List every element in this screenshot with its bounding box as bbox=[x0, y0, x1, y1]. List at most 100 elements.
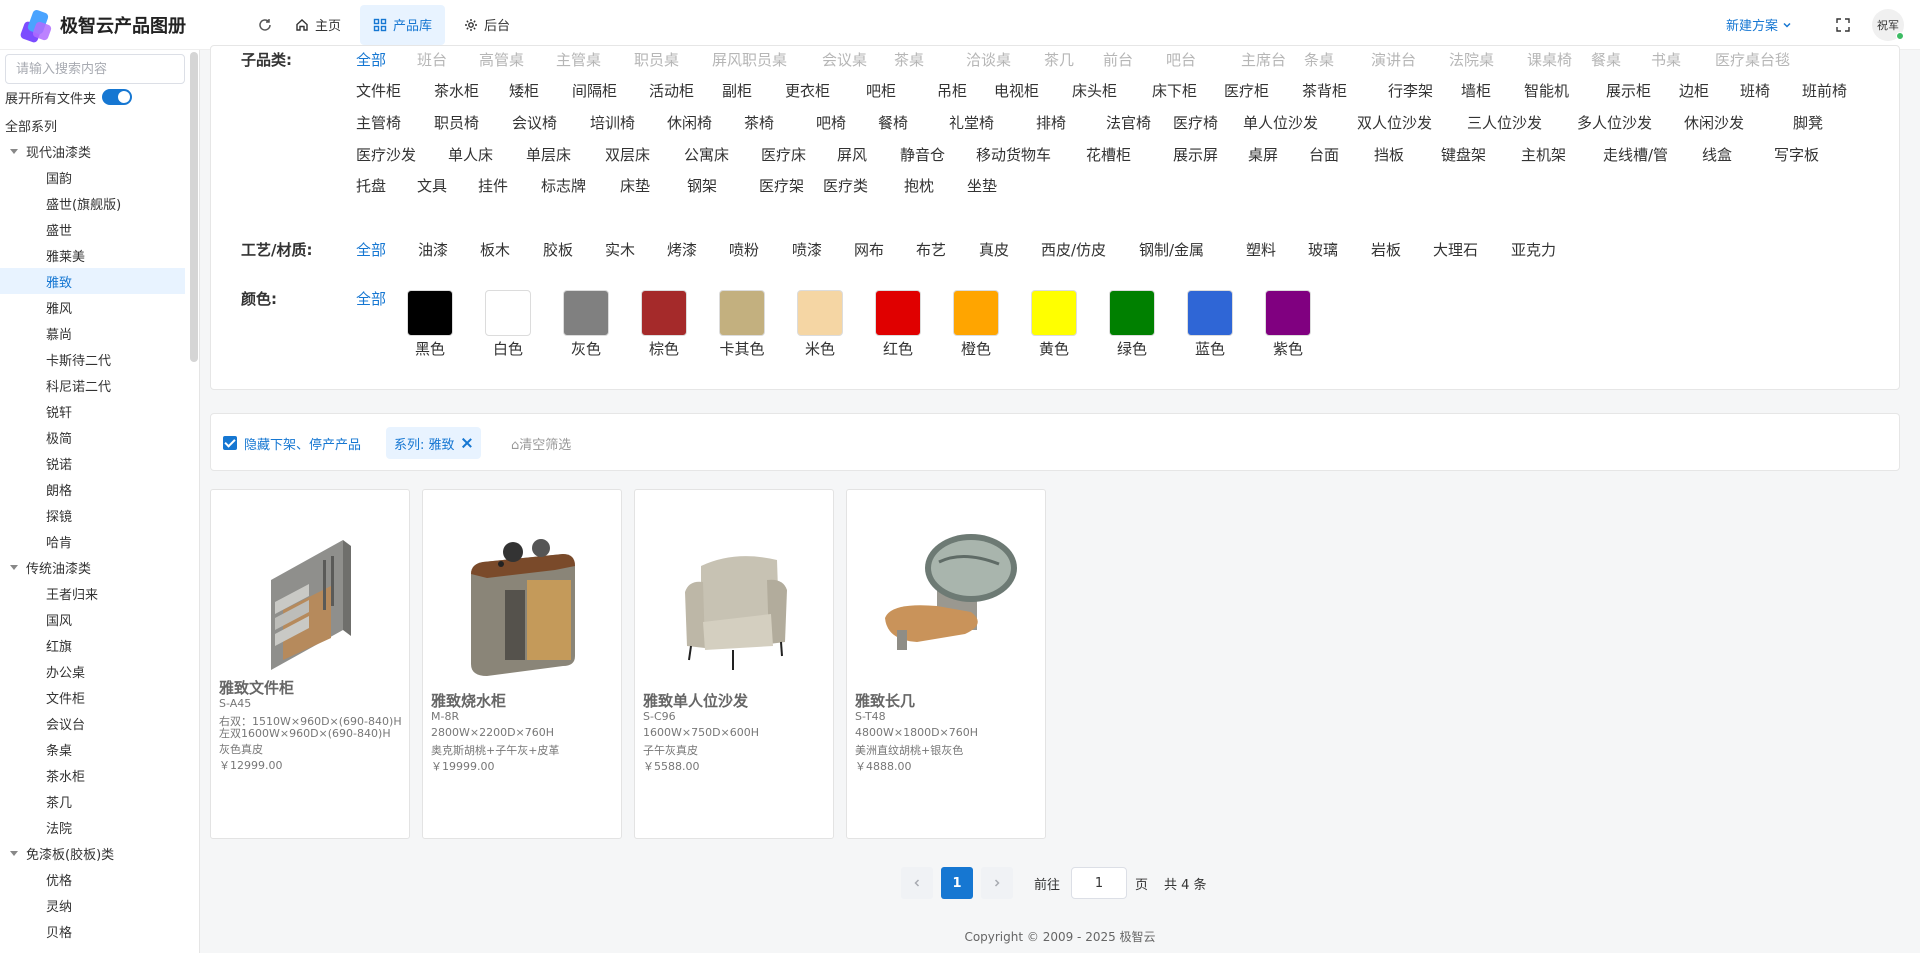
tree-item[interactable]: 文件柜 bbox=[0, 684, 185, 710]
material-option[interactable]: 全部 bbox=[356, 239, 386, 260]
tree-item[interactable]: 茶几 bbox=[0, 788, 185, 814]
goto-page-input[interactable] bbox=[1071, 867, 1127, 899]
subcategory-option[interactable]: 班前椅 bbox=[1802, 80, 1847, 101]
tree-item[interactable]: 国韵 bbox=[0, 164, 185, 190]
tree-item[interactable]: 极简 bbox=[0, 424, 185, 450]
tree-item[interactable]: 优格 bbox=[0, 866, 185, 892]
subcategory-option[interactable]: 脚凳 bbox=[1793, 112, 1823, 133]
subcategory-option[interactable]: 吧柜 bbox=[866, 80, 896, 101]
tree-root-all[interactable]: 全部系列 bbox=[0, 112, 185, 138]
subcategory-option[interactable]: 双人位沙发 bbox=[1357, 112, 1432, 133]
tree-item[interactable]: 盛世(旗舰版) bbox=[0, 190, 185, 216]
color-swatch-option[interactable]: 米色 bbox=[797, 290, 843, 359]
tree-group[interactable]: 免漆板(胶板)类 bbox=[0, 840, 185, 866]
subcategory-option[interactable]: 边柜 bbox=[1679, 80, 1709, 101]
tree-item[interactable]: 办公桌 bbox=[0, 658, 185, 684]
subcategory-option[interactable]: 医疗沙发 bbox=[356, 144, 416, 165]
subcategory-option[interactable]: 会议桌 bbox=[822, 49, 867, 70]
color-swatch-option[interactable]: 黑色 bbox=[407, 290, 453, 359]
page-number-button[interactable]: 1 bbox=[941, 867, 973, 899]
material-option[interactable]: 板木 bbox=[480, 239, 510, 260]
subcategory-option[interactable]: 文件柜 bbox=[356, 80, 401, 101]
material-option[interactable]: 真皮 bbox=[979, 239, 1009, 260]
subcategory-option[interactable]: 移动货物车 bbox=[976, 144, 1051, 165]
subcategory-option[interactable]: 键盘架 bbox=[1441, 144, 1486, 165]
subcategory-option[interactable]: 抱枕 bbox=[904, 175, 934, 196]
tree-item[interactable]: 探镜 bbox=[0, 502, 185, 528]
subcategory-option[interactable]: 挡板 bbox=[1374, 144, 1404, 165]
tree-item[interactable]: 法院 bbox=[0, 814, 185, 840]
nav-admin[interactable]: 后台 bbox=[451, 5, 523, 45]
tree-item[interactable]: 哈肯 bbox=[0, 528, 185, 554]
subcategory-option[interactable]: 法官椅 bbox=[1106, 112, 1151, 133]
nav-product-library[interactable]: 产品库 bbox=[360, 4, 446, 45]
product-card[interactable]: 雅致单人位沙发 S-C96 1600W×750D×600H 子午灰真皮 ￥558… bbox=[634, 489, 834, 839]
material-option[interactable]: 亚克力 bbox=[1511, 239, 1556, 260]
subcategory-option[interactable]: 坐垫 bbox=[967, 175, 997, 196]
material-option[interactable]: 油漆 bbox=[418, 239, 448, 260]
subcategory-option[interactable]: 医疗架 bbox=[759, 175, 804, 196]
subcategory-option[interactable]: 茶几 bbox=[1044, 49, 1074, 70]
subcategory-option[interactable]: 托盘 bbox=[356, 175, 386, 196]
tree-item[interactable]: 盛世 bbox=[0, 216, 185, 242]
subcategory-option[interactable]: 三人位沙发 bbox=[1467, 112, 1542, 133]
material-option[interactable]: 玻璃 bbox=[1308, 239, 1338, 260]
tree-item[interactable]: 茶水柜 bbox=[0, 762, 185, 788]
subcategory-option[interactable]: 单人床 bbox=[448, 144, 493, 165]
subcategory-option[interactable]: 花槽柜 bbox=[1086, 144, 1131, 165]
material-option[interactable]: 大理石 bbox=[1433, 239, 1478, 260]
color-swatch-option[interactable]: 蓝色 bbox=[1187, 290, 1233, 359]
material-option[interactable]: 实木 bbox=[605, 239, 635, 260]
color-swatch-option[interactable]: 紫色 bbox=[1265, 290, 1311, 359]
tree-item[interactable]: 国风 bbox=[0, 606, 185, 632]
material-option[interactable]: 喷粉 bbox=[729, 239, 759, 260]
sidebar-scrollbar[interactable] bbox=[190, 52, 198, 362]
subcategory-option[interactable]: 床头柜 bbox=[1072, 80, 1117, 101]
tree-item[interactable]: 科尼诺二代 bbox=[0, 372, 185, 398]
subcategory-option[interactable]: 写字板 bbox=[1774, 144, 1819, 165]
search-input[interactable] bbox=[5, 54, 185, 84]
material-option[interactable]: 塑料 bbox=[1246, 239, 1276, 260]
color-swatch-option[interactable]: 棕色 bbox=[641, 290, 687, 359]
tree-item[interactable]: 灵纳 bbox=[0, 892, 185, 918]
subcategory-option[interactable]: 休闲沙发 bbox=[1684, 112, 1744, 133]
subcategory-option[interactable]: 餐桌 bbox=[1591, 49, 1621, 70]
subcategory-option[interactable]: 墙柜 bbox=[1461, 80, 1491, 101]
expand-all-switch[interactable] bbox=[102, 89, 133, 105]
product-card[interactable]: 雅致长几 S-T48 4800W×1800D×760H 美洲直纹胡桃+银灰色 ￥… bbox=[846, 489, 1046, 839]
subcategory-option[interactable]: 休闲椅 bbox=[667, 112, 712, 133]
subcategory-option[interactable]: 走线槽/管 bbox=[1603, 144, 1668, 165]
subcategory-option[interactable]: 班椅 bbox=[1740, 80, 1770, 101]
subcategory-option[interactable]: 更衣柜 bbox=[785, 80, 830, 101]
subcategory-option[interactable]: 静音仓 bbox=[900, 144, 945, 165]
product-card[interactable]: 雅致烧水柜 M-8R 2800W×2200D×760H 奥克斯胡桃+子午灰+皮革… bbox=[422, 489, 622, 839]
tree-item[interactable]: 锐诺 bbox=[0, 450, 185, 476]
subcategory-option[interactable]: 医疗类 bbox=[823, 175, 868, 196]
subcategory-option[interactable]: 课桌椅 bbox=[1527, 49, 1572, 70]
subcategory-option[interactable]: 医疗桌台毯 bbox=[1715, 49, 1790, 70]
nav-home[interactable]: 主页 bbox=[282, 5, 354, 45]
color-option-all[interactable]: 全部 bbox=[356, 288, 386, 309]
tree-group[interactable]: 现代油漆类 bbox=[0, 138, 185, 164]
refresh-icon[interactable] bbox=[254, 14, 276, 36]
tree-item[interactable]: 锐轩 bbox=[0, 398, 185, 424]
subcategory-option[interactable]: 吊柜 bbox=[937, 80, 967, 101]
material-option[interactable]: 喷漆 bbox=[792, 239, 822, 260]
subcategory-option[interactable]: 会议椅 bbox=[512, 112, 557, 133]
next-page-button[interactable] bbox=[981, 867, 1013, 899]
subcategory-option[interactable]: 演讲台 bbox=[1371, 49, 1416, 70]
avatar[interactable]: 祝军 bbox=[1872, 8, 1904, 41]
subcategory-option[interactable]: 双层床 bbox=[605, 144, 650, 165]
logo[interactable]: 极智云产品图册 bbox=[19, 8, 220, 44]
material-option[interactable]: 烤漆 bbox=[667, 239, 697, 260]
tree-item[interactable]: 卡斯待二代 bbox=[0, 346, 185, 372]
subcategory-option[interactable]: 茶椅 bbox=[744, 112, 774, 133]
subcategory-option[interactable]: 文具 bbox=[417, 175, 447, 196]
subcategory-option[interactable]: 床垫 bbox=[620, 175, 650, 196]
color-swatch-option[interactable]: 卡其色 bbox=[719, 290, 765, 359]
subcategory-option[interactable]: 屏风 bbox=[837, 144, 867, 165]
subcategory-option[interactable]: 医疗椅 bbox=[1173, 112, 1218, 133]
tree-item[interactable]: 雅莱美 bbox=[0, 242, 185, 268]
subcategory-option[interactable]: 前台 bbox=[1103, 49, 1133, 70]
clear-filters-button[interactable]: ⌂清空筛选 bbox=[511, 434, 571, 453]
